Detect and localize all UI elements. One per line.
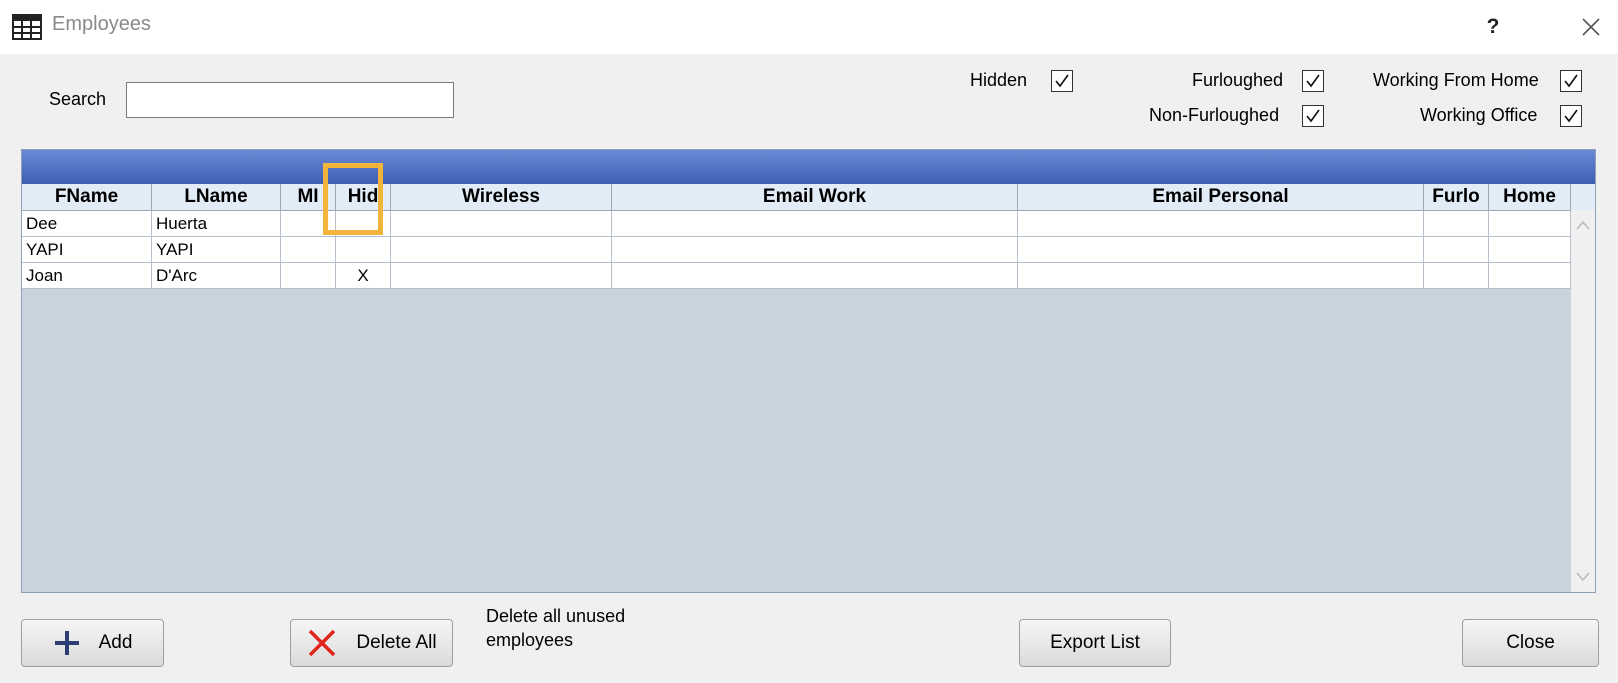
close-button[interactable]: Close [1462,619,1599,667]
working-from-home-label: Working From Home [1373,70,1539,90]
non-furloughed-checkbox[interactable] [1302,105,1324,127]
non-furloughed-label: Non-Furloughed [1149,105,1280,125]
column-header-lname[interactable]: LName [152,184,281,210]
help-button[interactable]: ? [1478,12,1508,42]
cell-hid[interactable]: X [336,263,391,289]
check-icon [1306,74,1320,88]
cell-email-work[interactable] [612,211,1018,237]
scroll-down-icon[interactable] [1576,572,1590,582]
cell-fname[interactable]: Joan [22,263,152,289]
hidden-label: Hidden [970,70,1028,90]
cell-email-personal[interactable] [1018,211,1424,237]
add-button-label: Add [98,632,133,653]
cell-wireless[interactable] [391,211,612,237]
grid-header-row: FName LName MI Hid Wireless Email Work E… [22,184,1595,211]
cell-furlo[interactable] [1424,211,1489,237]
furloughed-label: Furloughed [1192,70,1284,90]
column-header-email-personal[interactable]: Email Personal [1018,184,1424,210]
plus-icon [54,631,79,655]
cell-hid[interactable] [336,237,391,263]
cell-home[interactable] [1489,211,1571,237]
add-button[interactable]: Add [21,619,164,667]
title-bar: Employees ? [0,0,1618,54]
column-header-home[interactable]: Home [1489,184,1571,210]
working-from-home-checkbox[interactable] [1560,70,1582,92]
table-row[interactable]: Dee Huerta [22,211,1571,237]
cell-fname[interactable]: Dee [22,211,152,237]
hid-column-highlight [323,163,383,235]
export-list-button[interactable]: Export List [1019,619,1171,667]
grid-group-bar [22,150,1595,184]
check-icon [1564,109,1578,123]
furloughed-checkbox[interactable] [1302,70,1324,92]
employees-grid[interactable]: FName LName MI Hid Wireless Email Work E… [21,149,1596,593]
cell-email-personal[interactable] [1018,237,1424,263]
cell-lname[interactable]: Huerta [152,211,281,237]
hidden-checkbox[interactable] [1051,70,1073,92]
check-icon [1306,109,1320,123]
column-header-wireless[interactable]: Wireless [391,184,612,210]
table-row[interactable]: Joan D'Arc X [22,263,1571,289]
delete-all-button-label: Delete All [356,632,437,653]
cell-lname[interactable]: D'Arc [152,263,281,289]
check-icon [1564,74,1578,88]
column-header-furlo[interactable]: Furlo [1424,184,1489,210]
column-header-email-work[interactable]: Email Work [612,184,1018,210]
cell-home[interactable] [1489,237,1571,263]
scroll-up-icon[interactable] [1576,220,1590,230]
cell-furlo[interactable] [1424,237,1489,263]
grid-table-icon [12,14,42,40]
cell-home[interactable] [1489,263,1571,289]
table-row[interactable]: YAPI YAPI [22,237,1571,263]
cell-wireless[interactable] [391,237,612,263]
cell-wireless[interactable] [391,263,612,289]
cell-fname[interactable]: YAPI [22,237,152,263]
check-icon [1055,74,1069,88]
working-office-label: Working Office [1420,105,1538,125]
delete-note-line2: employees [486,630,574,650]
vertical-scrollbar[interactable] [1571,210,1595,592]
cell-mi[interactable] [281,237,336,263]
delete-note-line1: Delete all unused [486,606,626,626]
delete-all-button[interactable]: Delete All [290,619,453,667]
search-input[interactable] [126,82,454,118]
window-title: Employees [52,13,151,35]
cell-lname[interactable]: YAPI [152,237,281,263]
cell-email-work[interactable] [612,237,1018,263]
cell-furlo[interactable] [1424,263,1489,289]
delete-x-icon [309,629,336,657]
close-window-icon[interactable] [1574,10,1608,44]
delete-all-description: Delete all unused employees [486,604,625,652]
cell-email-personal[interactable] [1018,263,1424,289]
cell-email-work[interactable] [612,263,1018,289]
cell-mi[interactable] [281,263,336,289]
column-header-fname[interactable]: FName [22,184,152,210]
search-label: Search [49,89,107,109]
working-office-checkbox[interactable] [1560,105,1582,127]
